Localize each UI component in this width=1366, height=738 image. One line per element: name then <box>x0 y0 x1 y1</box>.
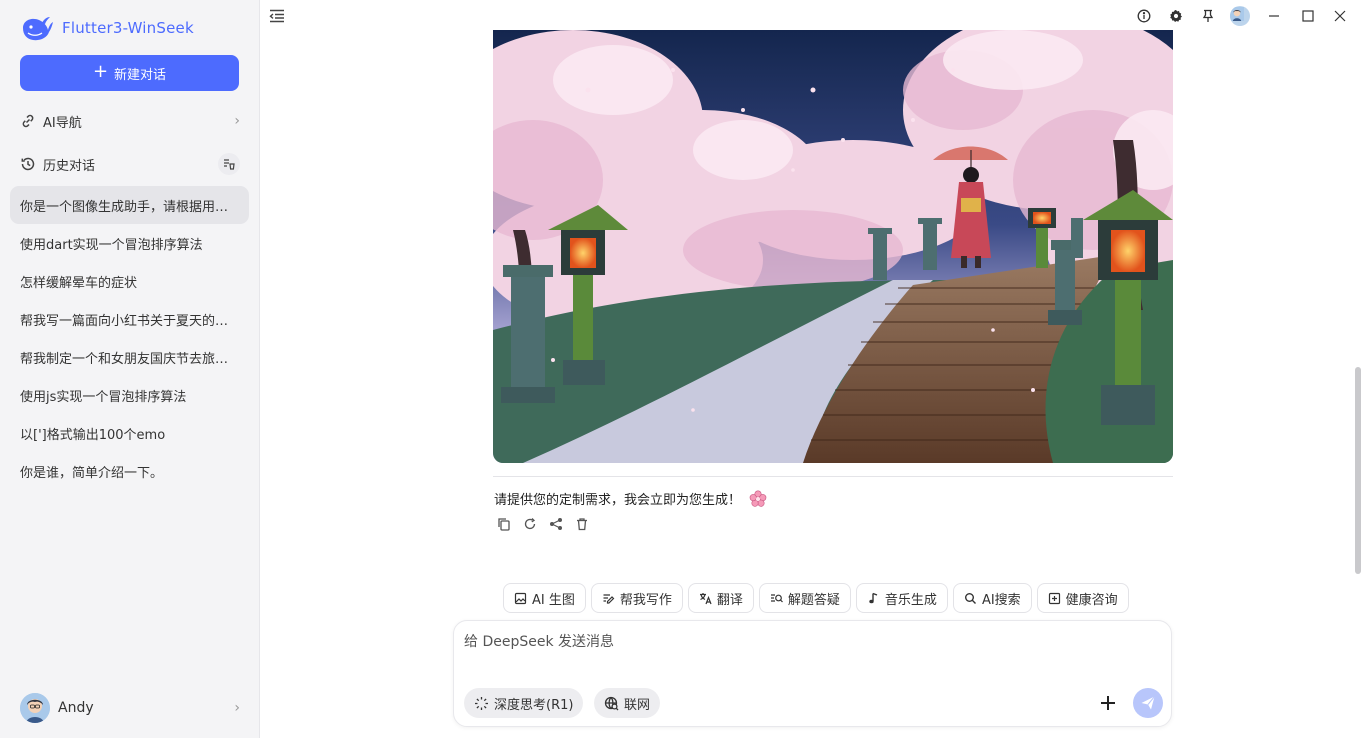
composer: 深度思考(R1) 联网 <box>453 620 1172 727</box>
history-item[interactable]: 使用js实现一个冒泡排序算法 <box>10 376 249 414</box>
chip-translate[interactable]: 翻译 <box>687 583 754 613</box>
plus-icon[interactable] <box>1097 692 1119 714</box>
close-button[interactable] <box>1324 5 1356 27</box>
clear-list-icon <box>224 159 235 170</box>
plus-icon: + <box>92 61 109 82</box>
history-item[interactable]: 帮我制定一个和女朋友国庆节去旅行的计划 <box>10 338 249 376</box>
chip-label: AI 生图 <box>532 592 575 608</box>
app-name: Flutter3-WinSeek <box>62 19 194 37</box>
avatar <box>20 693 50 723</box>
send-icon <box>1141 696 1155 710</box>
whale-logo-icon <box>23 17 53 41</box>
globe-search-icon <box>604 696 619 710</box>
user-name: Andy <box>58 700 94 716</box>
close-icon <box>1334 10 1346 22</box>
message-input[interactable] <box>464 631 1154 671</box>
message-actions <box>497 517 589 531</box>
history-item-label: 你是一个图像生成助手，请根据用户提供的描述生成图片 <box>20 199 235 215</box>
generated-image[interactable] <box>493 30 1173 463</box>
new-chat-button[interactable]: + 新建对话 <box>20 55 239 91</box>
minimize-button[interactable] <box>1256 5 1292 27</box>
window-controls <box>1128 5 1356 27</box>
chevron-right-icon: › <box>234 113 240 129</box>
link-icon <box>22 114 34 128</box>
history-item-label: 使用dart实现一个冒泡排序算法 <box>20 237 203 253</box>
history-item[interactable]: 帮我写一篇面向小红书关于夏天的文案 <box>10 300 249 338</box>
info-button[interactable] <box>1128 5 1160 27</box>
clear-history-button[interactable] <box>218 153 240 175</box>
ai-nav-label: AI导航 <box>43 115 82 131</box>
brand: Flutter3-WinSeek <box>20 14 194 42</box>
ai-nav-item[interactable]: AI导航 › <box>20 109 240 133</box>
regenerate-icon[interactable] <box>523 517 537 531</box>
chip-label: 健康咨询 <box>1065 592 1118 608</box>
web-search-label: 联网 <box>624 697 651 713</box>
image-icon <box>514 592 527 604</box>
search-icon <box>964 592 976 604</box>
chip-health[interactable]: 健康咨询 <box>1036 583 1129 613</box>
write-icon <box>603 593 615 604</box>
music-icon <box>869 592 878 603</box>
history-item-label: 你是谁，简单介绍一下。 <box>20 465 164 481</box>
info-icon <box>1137 9 1151 23</box>
chip-music[interactable]: 音乐生成 <box>855 583 948 613</box>
copy-icon[interactable] <box>497 517 511 531</box>
chip-label: 解题答疑 <box>787 592 840 608</box>
history-item-label: 以[']格式输出100个emo <box>20 427 166 443</box>
chip-label: 帮我写作 <box>619 592 672 608</box>
cherry-blossom-icon <box>749 489 767 507</box>
history-label: 历史对话 <box>43 158 96 174</box>
history-item[interactable]: 你是谁，简单介绍一下。 <box>10 452 249 490</box>
deep-think-label: 深度思考(R1) <box>494 697 574 713</box>
history-header: 历史对话 <box>20 152 240 176</box>
chevron-right-icon: › <box>234 700 240 716</box>
cherry-blossom-scene <box>493 30 1173 463</box>
history-item-label: 帮我制定一个和女朋友国庆节去旅行的计划 <box>20 351 235 367</box>
history-item-label: 使用js实现一个冒泡排序算法 <box>20 389 187 405</box>
chip-qa[interactable]: 解题答疑 <box>758 583 851 613</box>
send-button[interactable] <box>1133 688 1163 718</box>
pin-icon <box>1202 9 1214 22</box>
history-item[interactable]: 你是一个图像生成助手，请根据用户提供的描述生成图片 <box>10 186 249 224</box>
quick-tools: AI 生图 帮我写作 翻译 解题答疑 音乐生成 AI搜索 健康咨询 <box>503 583 1129 613</box>
history-item[interactable]: 以[']格式输出100个emo <box>10 414 249 452</box>
chip-ai-search[interactable]: AI搜索 <box>952 583 1032 613</box>
translate-icon <box>699 592 712 604</box>
delete-icon[interactable] <box>575 517 589 531</box>
sidebar: Flutter3-WinSeek + 新建对话 AI导航 › 历史对话 你是一个… <box>0 0 260 738</box>
reply-text: 请提供您的定制需求，我会立即为您生成！ <box>494 493 742 508</box>
settings-icon <box>1170 10 1182 22</box>
history-list: 你是一个图像生成助手，请根据用户提供的描述生成图片 使用dart实现一个冒泡排序… <box>10 186 249 490</box>
scrollbar[interactable] <box>1355 367 1361 574</box>
user-profile-button[interactable]: Andy › <box>20 693 240 723</box>
share-icon[interactable] <box>549 517 563 531</box>
health-icon <box>1048 592 1060 604</box>
history-item-label: 怎样缓解晕车的症状 <box>20 275 138 291</box>
chip-label: AI搜索 <box>981 592 1021 608</box>
history-item[interactable]: 怎样缓解晕车的症状 <box>10 262 249 300</box>
history-item-label: 帮我写一篇面向小红书关于夏天的文案 <box>20 313 235 329</box>
pin-button[interactable] <box>1192 5 1224 27</box>
history-item[interactable]: 使用dart实现一个冒泡排序算法 <box>10 224 249 262</box>
chip-label: 翻译 <box>716 592 743 608</box>
new-chat-label: 新建对话 <box>114 67 167 83</box>
top-avatar-button[interactable] <box>1224 5 1256 27</box>
chip-ai-image[interactable]: AI 生图 <box>503 583 586 613</box>
deep-think-toggle[interactable]: 深度思考(R1) <box>464 688 584 718</box>
avatar <box>1230 6 1250 26</box>
qa-icon <box>770 593 783 602</box>
history-icon <box>21 157 35 171</box>
collapse-sidebar-icon[interactable] <box>268 7 286 25</box>
chip-label: 音乐生成 <box>884 592 937 608</box>
settings-button[interactable] <box>1160 5 1192 27</box>
assistant-reply: 请提供您的定制需求，我会立即为您生成！ <box>494 489 767 508</box>
maximize-icon <box>1302 10 1314 22</box>
web-search-toggle[interactable]: 联网 <box>594 688 661 718</box>
minimize-icon <box>1269 15 1279 17</box>
deep-think-icon <box>475 696 488 710</box>
chip-writing[interactable]: 帮我写作 <box>590 583 683 613</box>
divider <box>493 476 1173 477</box>
maximize-button[interactable] <box>1292 5 1324 27</box>
